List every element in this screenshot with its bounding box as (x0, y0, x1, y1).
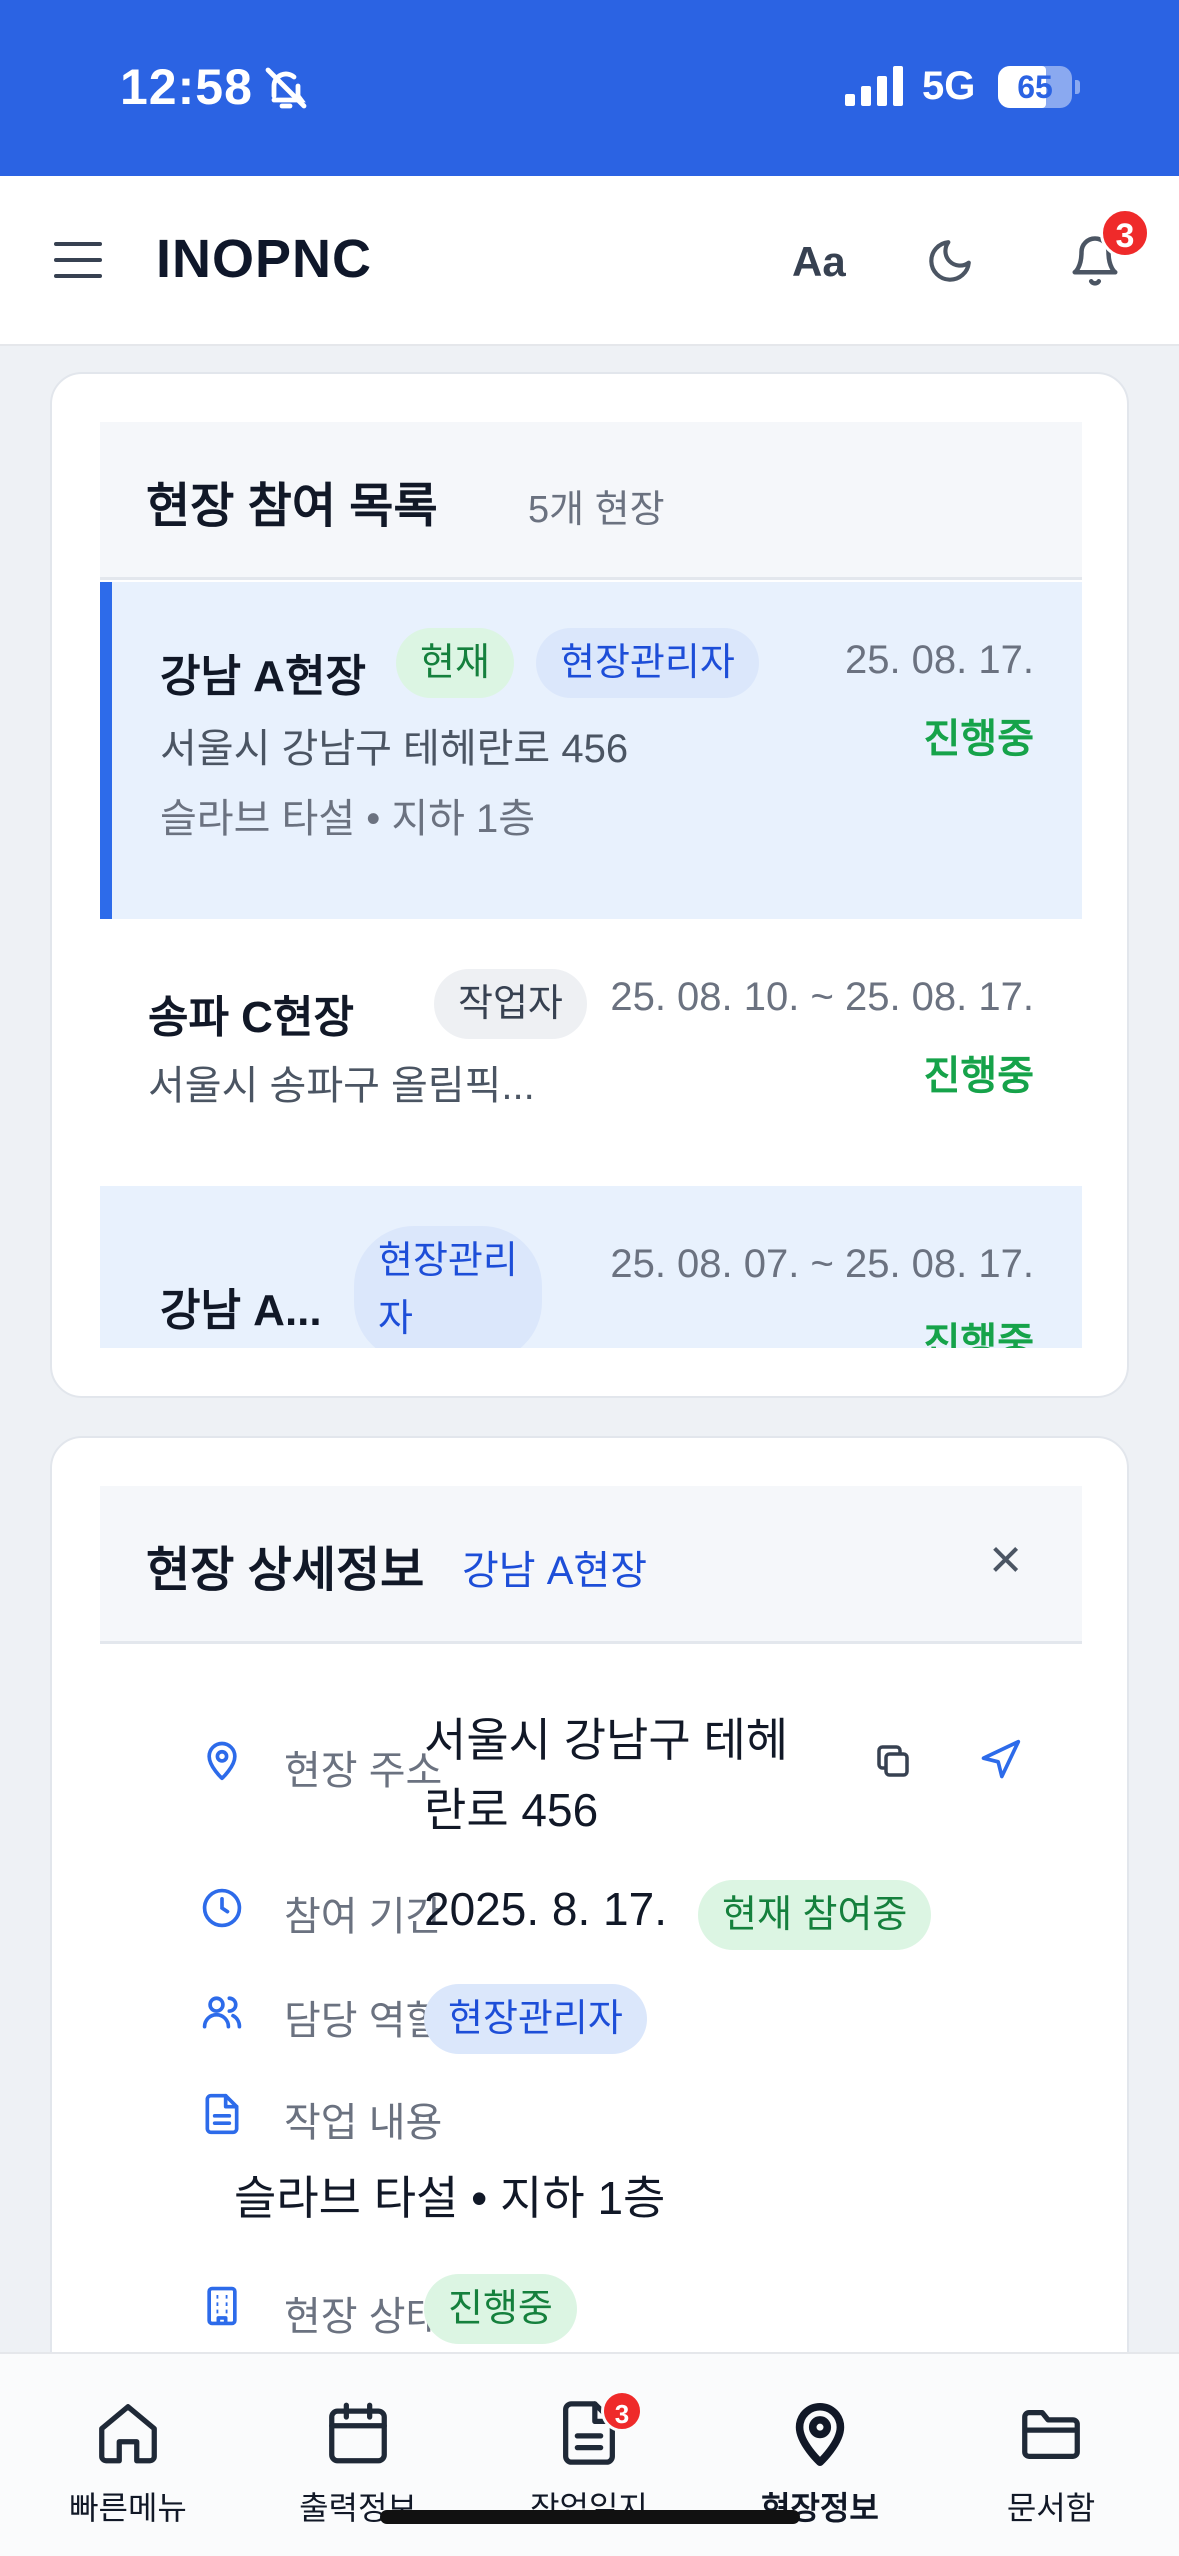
calendar-icon (329, 2402, 387, 2464)
document-icon (205, 2093, 239, 2135)
nav-label: 문서함 (1006, 2490, 1096, 2526)
font-size-button[interactable]: Aa (792, 238, 846, 286)
period-value: 2025. 8. 17. (424, 1883, 667, 1935)
site-name: 강남 A현장 (160, 652, 366, 701)
battery-level: 65 (1017, 69, 1053, 105)
site-work: 슬라브 타설 • 지하 1층 (160, 797, 536, 841)
app-header: INOPNC Aa 3 (0, 176, 1179, 346)
site-list-header: 현장 참여 목록 5개 현장 (100, 422, 1082, 580)
site-name: 강남 A... (160, 1286, 322, 1335)
status-value: 진행중 (424, 2274, 577, 2344)
period-badge: 현재 참여중 (698, 1880, 932, 1950)
site-date: 25. 08. 17. (844, 638, 1034, 682)
site-status: 진행중 (923, 1321, 1034, 1348)
site-date: 25. 08. 07. ~ 25. 08. 17. (610, 1242, 1034, 1286)
notification-badge: 3 (1100, 208, 1150, 258)
battery-icon: 65 (998, 66, 1080, 108)
nav-documents[interactable]: 문서함 (951, 2398, 1151, 2529)
site-date: 25. 08. 10. ~ 25. 08. 17. (610, 975, 1034, 1019)
period-label: 참여 기간 (284, 1895, 443, 1939)
copy-icon[interactable] (872, 1740, 914, 1782)
role-badge: 작업자 (434, 969, 587, 1039)
address-label: 현장 주소 (284, 1749, 443, 1793)
close-button[interactable]: × (989, 1526, 1022, 1591)
map-pin-icon (795, 2402, 845, 2466)
navigation-icon[interactable] (978, 1738, 1022, 1782)
role-label: 담당 역할 (284, 1999, 443, 2043)
status-label: 현장 상태 (284, 2295, 443, 2339)
silent-bell-icon (265, 67, 307, 109)
app-logo: INOPNC (156, 229, 373, 289)
home-icon (99, 2404, 157, 2464)
address-value-line1: 서울시 강남구 테헤 (424, 1714, 789, 1766)
network-type: 5G (922, 64, 976, 108)
site-count: 5개 현장 (528, 489, 665, 531)
site-detail-card: 현장 상세정보 강남 A현장 × 현장 주소 서울시 강남구 테헤 란로 456… (50, 1436, 1129, 2396)
site-address: 서울시 송파구 올림픽... (148, 1064, 535, 1108)
site-status: 진행중 (923, 1054, 1034, 1098)
site-detail-name: 강남 A현장 (462, 1549, 647, 1593)
site-list-item[interactable]: 송파 C현장 작업자 25. 08. 10. ~ 25. 08. 17. 진행중… (100, 919, 1082, 1189)
status-time: 12:58 (120, 59, 253, 115)
status-bar: 12:58 5G 65 (0, 0, 1179, 176)
current-badge: 현재 (396, 628, 514, 698)
nav-quick-menu[interactable]: 빠른메뉴 (28, 2398, 228, 2529)
nav-badge: 3 (601, 2390, 643, 2432)
moon-icon[interactable] (925, 236, 975, 286)
role-value: 현장관리자 (424, 1984, 647, 2054)
address-value-line2: 란로 456 (424, 1784, 599, 1836)
site-list-item[interactable]: 강남 A... 현장관리 자 25. 08. 07. ~ 25. 08. 17.… (100, 1186, 1082, 1348)
bottom-navigation: 빠른메뉴 출력정보 3 작업일지 현장정보 문서함 (0, 2352, 1179, 2556)
users-icon (202, 1996, 242, 2029)
role-badge: 현장관리자 (536, 628, 759, 698)
site-list-item[interactable]: 강남 A현장 현재 현장관리자 25. 08. 17. 진행중 서울시 강남구 … (100, 582, 1082, 919)
site-list-title: 현장 참여 목록 (146, 480, 438, 533)
map-pin-icon (207, 1741, 237, 1781)
building-icon (207, 2286, 237, 2326)
menu-icon[interactable] (54, 238, 102, 282)
site-detail-header: 현장 상세정보 강남 A현장 × (100, 1486, 1082, 1644)
signal-icon (845, 66, 903, 106)
site-list-card: 현장 참여 목록 5개 현장 강남 A현장 현재 현장관리자 25. 08. 1… (50, 372, 1129, 1398)
nav-label: 빠른메뉴 (69, 2490, 187, 2526)
site-name: 송파 C현장 (148, 993, 354, 1042)
folder-icon (1022, 2409, 1080, 2459)
site-status: 진행중 (923, 717, 1034, 761)
clock-icon (202, 1888, 242, 1928)
home-indicator (380, 2510, 800, 2524)
site-address: 서울시 강남구 테헤란로 456 (160, 727, 629, 771)
work-label: 작업 내용 (284, 2101, 443, 2145)
site-detail-title: 현장 상세정보 (146, 1544, 425, 1597)
work-value: 슬라브 타설 • 지하 1층 (234, 2172, 666, 2224)
role-badge: 현장관리 자 (354, 1226, 542, 1348)
